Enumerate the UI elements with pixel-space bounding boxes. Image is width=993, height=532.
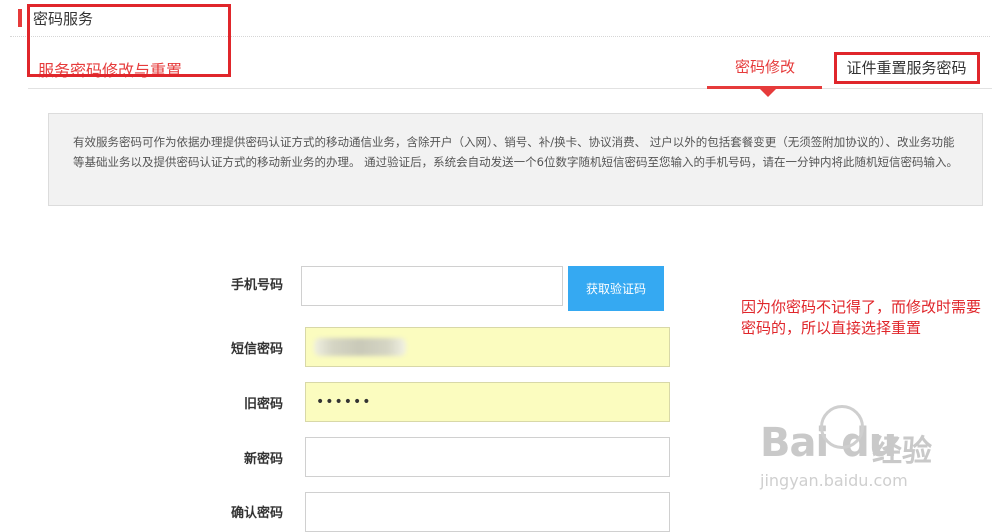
get-verification-code-button[interactable]: 获取验证码 [568, 266, 664, 311]
annotation-highlight-box [27, 4, 231, 77]
new-password-input[interactable] [305, 437, 670, 477]
tab-caret-icon [760, 89, 776, 97]
sms-password-label: 短信密码 [230, 342, 283, 357]
phone-input[interactable] [301, 266, 563, 306]
blurred-value [314, 338, 406, 356]
annotation-highlight-box [834, 52, 980, 84]
phone-label: 手机号码 [230, 278, 283, 293]
annotation-note: 因为你密码不记得了，而修改时需要密码的，所以直接选择重置 [741, 298, 982, 337]
confirm-password-input[interactable] [305, 492, 670, 532]
notice-text: 有效服务密码可作为依据办理提供密码认证方式的移动通信业务，含除开户（入网）、销号… [73, 135, 958, 169]
new-password-label: 新密码 [243, 452, 283, 467]
old-password-label: 旧密码 [243, 397, 283, 412]
old-password-input[interactable]: •••••• [305, 382, 670, 422]
confirm-password-label: 确认密码 [230, 506, 283, 521]
section-marker [18, 9, 22, 27]
notice-panel: 有效服务密码可作为依据办理提供密码认证方式的移动通信业务，含除开户（入网）、销号… [48, 113, 983, 206]
paw-icon [820, 405, 864, 449]
tab-bar-baseline [28, 88, 992, 89]
watermark-brand: 经验 [872, 434, 932, 469]
tab-password-change[interactable]: 密码修改 [708, 56, 822, 77]
watermark-url: jingyan.baidu.com [760, 471, 908, 490]
